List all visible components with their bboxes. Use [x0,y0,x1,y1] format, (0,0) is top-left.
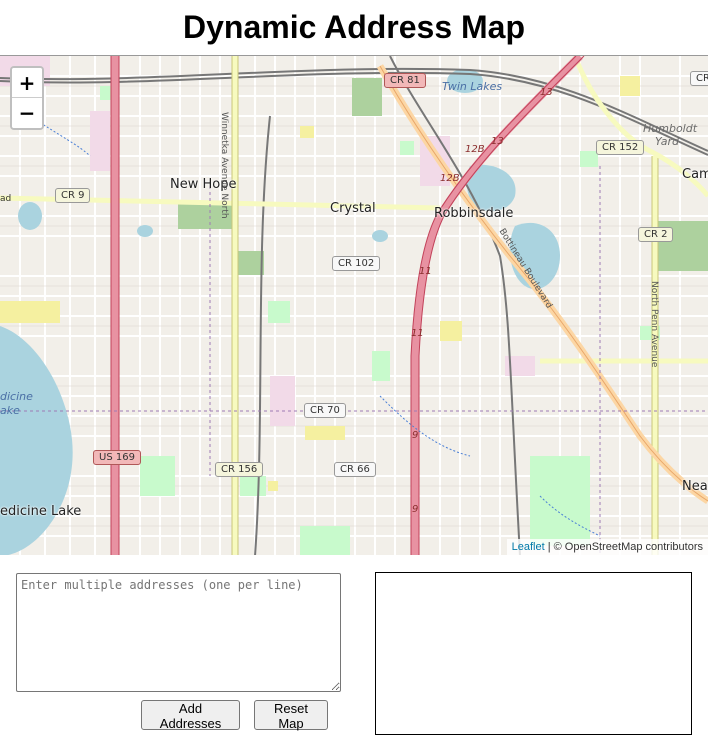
label-winnetka: Winnetka Avenue North [219,112,229,219]
hwy-11a: 11 [419,266,432,277]
add-addresses-button[interactable]: Add Addresses [141,700,240,731]
address-output-box [375,572,692,735]
label-lake: ake [0,404,20,417]
zoom-out-button[interactable]: − [12,98,42,128]
hwy-12b: 12B [465,144,485,155]
hwy-9a: 9 [412,430,419,441]
hwy-13b: 13 [491,136,504,147]
shield-cr81: CR 81 [384,73,426,88]
hwy-11b: 11 [411,328,424,339]
shield-cr9: CR 9 [55,188,91,203]
shield-cr152: CR 152 [596,140,645,155]
leaflet-link[interactable]: Leaflet [512,541,545,553]
label-ad: ad [0,194,12,204]
reset-map-button[interactable]: Reset Map [254,700,328,731]
shield-cr-top: CR [690,71,708,86]
map-tiles[interactable] [0,56,708,555]
address-input[interactable] [16,573,341,692]
label-crystal: Crystal [330,201,376,216]
hwy-9b: 9 [412,504,419,515]
label-north-penn: North Penn Avenue [649,281,659,368]
hwy-13a: 13 [540,87,553,98]
map-attribution: Leaflet | © OpenStreetMap contributors [506,539,708,555]
zoom-control: + − [10,66,44,130]
label-cam: Cam [682,167,708,182]
attribution-text: | © OpenStreetMap contributors [547,541,703,553]
label-yard: Yard [655,135,679,148]
zoom-in-button[interactable]: + [12,68,42,98]
label-humboldt: Humboldt [643,122,698,135]
shield-cr70: CR 70 [304,403,346,418]
page-title: Dynamic Address Map [182,9,526,45]
label-medicine-lake: edicine Lake [0,504,82,519]
label-near: Near [682,479,708,494]
map-container[interactable]: New Hope Crystal Robbinsdale Twin Lakes … [0,55,708,555]
shield-cr66: CR 66 [334,462,376,477]
label-medicine: dicine [0,390,33,403]
shield-cr102: CR 102 [332,256,381,271]
shield-cr156: CR 156 [215,462,264,477]
hwy-12b-2: 12B [440,173,460,184]
shield-cr2: CR 2 [638,227,674,242]
label-robbinsdale: Robbinsdale [434,206,514,221]
label-twin-lakes: Twin Lakes [442,80,503,93]
shield-us169: US 169 [93,450,141,465]
